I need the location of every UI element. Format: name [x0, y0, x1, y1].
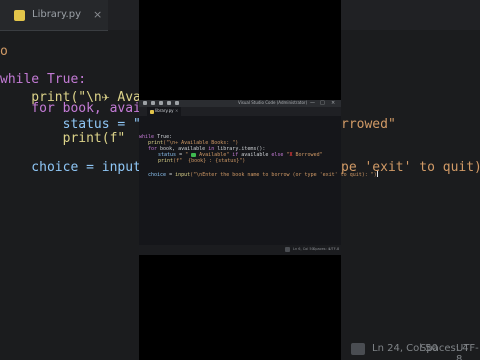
top-letterbox	[139, 0, 341, 100]
code-line: choice = input("\nEnter the book name to…	[148, 171, 378, 178]
tab-label: library.py	[155, 108, 174, 113]
indentation[interactable]: Spaces: 4	[313, 247, 330, 251]
bg-status-icon	[351, 343, 365, 355]
maximize-button[interactable]: □	[320, 100, 325, 106]
python-file-icon	[14, 10, 25, 21]
python-file-icon	[150, 110, 154, 114]
window-title: Visual Studio Code (Administrator)	[238, 100, 308, 105]
cursor-position[interactable]: Ln 6, Col 50	[293, 247, 314, 251]
code-editor[interactable]: while True: print("\n✈ Available Books: …	[139, 116, 378, 245]
menu-icon[interactable]	[151, 101, 155, 105]
bg-tab-label: Library.py	[32, 9, 81, 20]
close-icon[interactable]: ×	[93, 8, 102, 21]
close-icon[interactable]: ×	[175, 108, 178, 113]
bg-tab-library[interactable]: Library.py ×	[0, 0, 108, 31]
bottom-letterbox	[139, 255, 341, 360]
editor-window: Visual Studio Code (Administrator) — □ ×…	[139, 0, 378, 360]
bg-encoding[interactable]: UTF-8	[456, 343, 480, 360]
bg-code-fragment: rrowed"	[341, 117, 396, 132]
bg-code-line: status = "	[0, 117, 154, 132]
layout-icon[interactable]	[175, 101, 179, 105]
vscode-logo-icon	[143, 101, 147, 105]
minimize-button[interactable]: —	[310, 100, 315, 106]
bg-code-line: while True:	[0, 72, 87, 87]
back-arrow-icon[interactable]	[159, 101, 163, 105]
text-cursor	[376, 171, 378, 177]
forward-arrow-icon[interactable]	[167, 101, 171, 105]
status-icon	[285, 247, 290, 252]
close-window-button[interactable]: ×	[331, 100, 335, 106]
bg-code-line: o	[0, 44, 8, 59]
code-line: print(f" {book} : {status}")	[158, 158, 246, 164]
encoding[interactable]: UTF-8	[329, 247, 339, 251]
